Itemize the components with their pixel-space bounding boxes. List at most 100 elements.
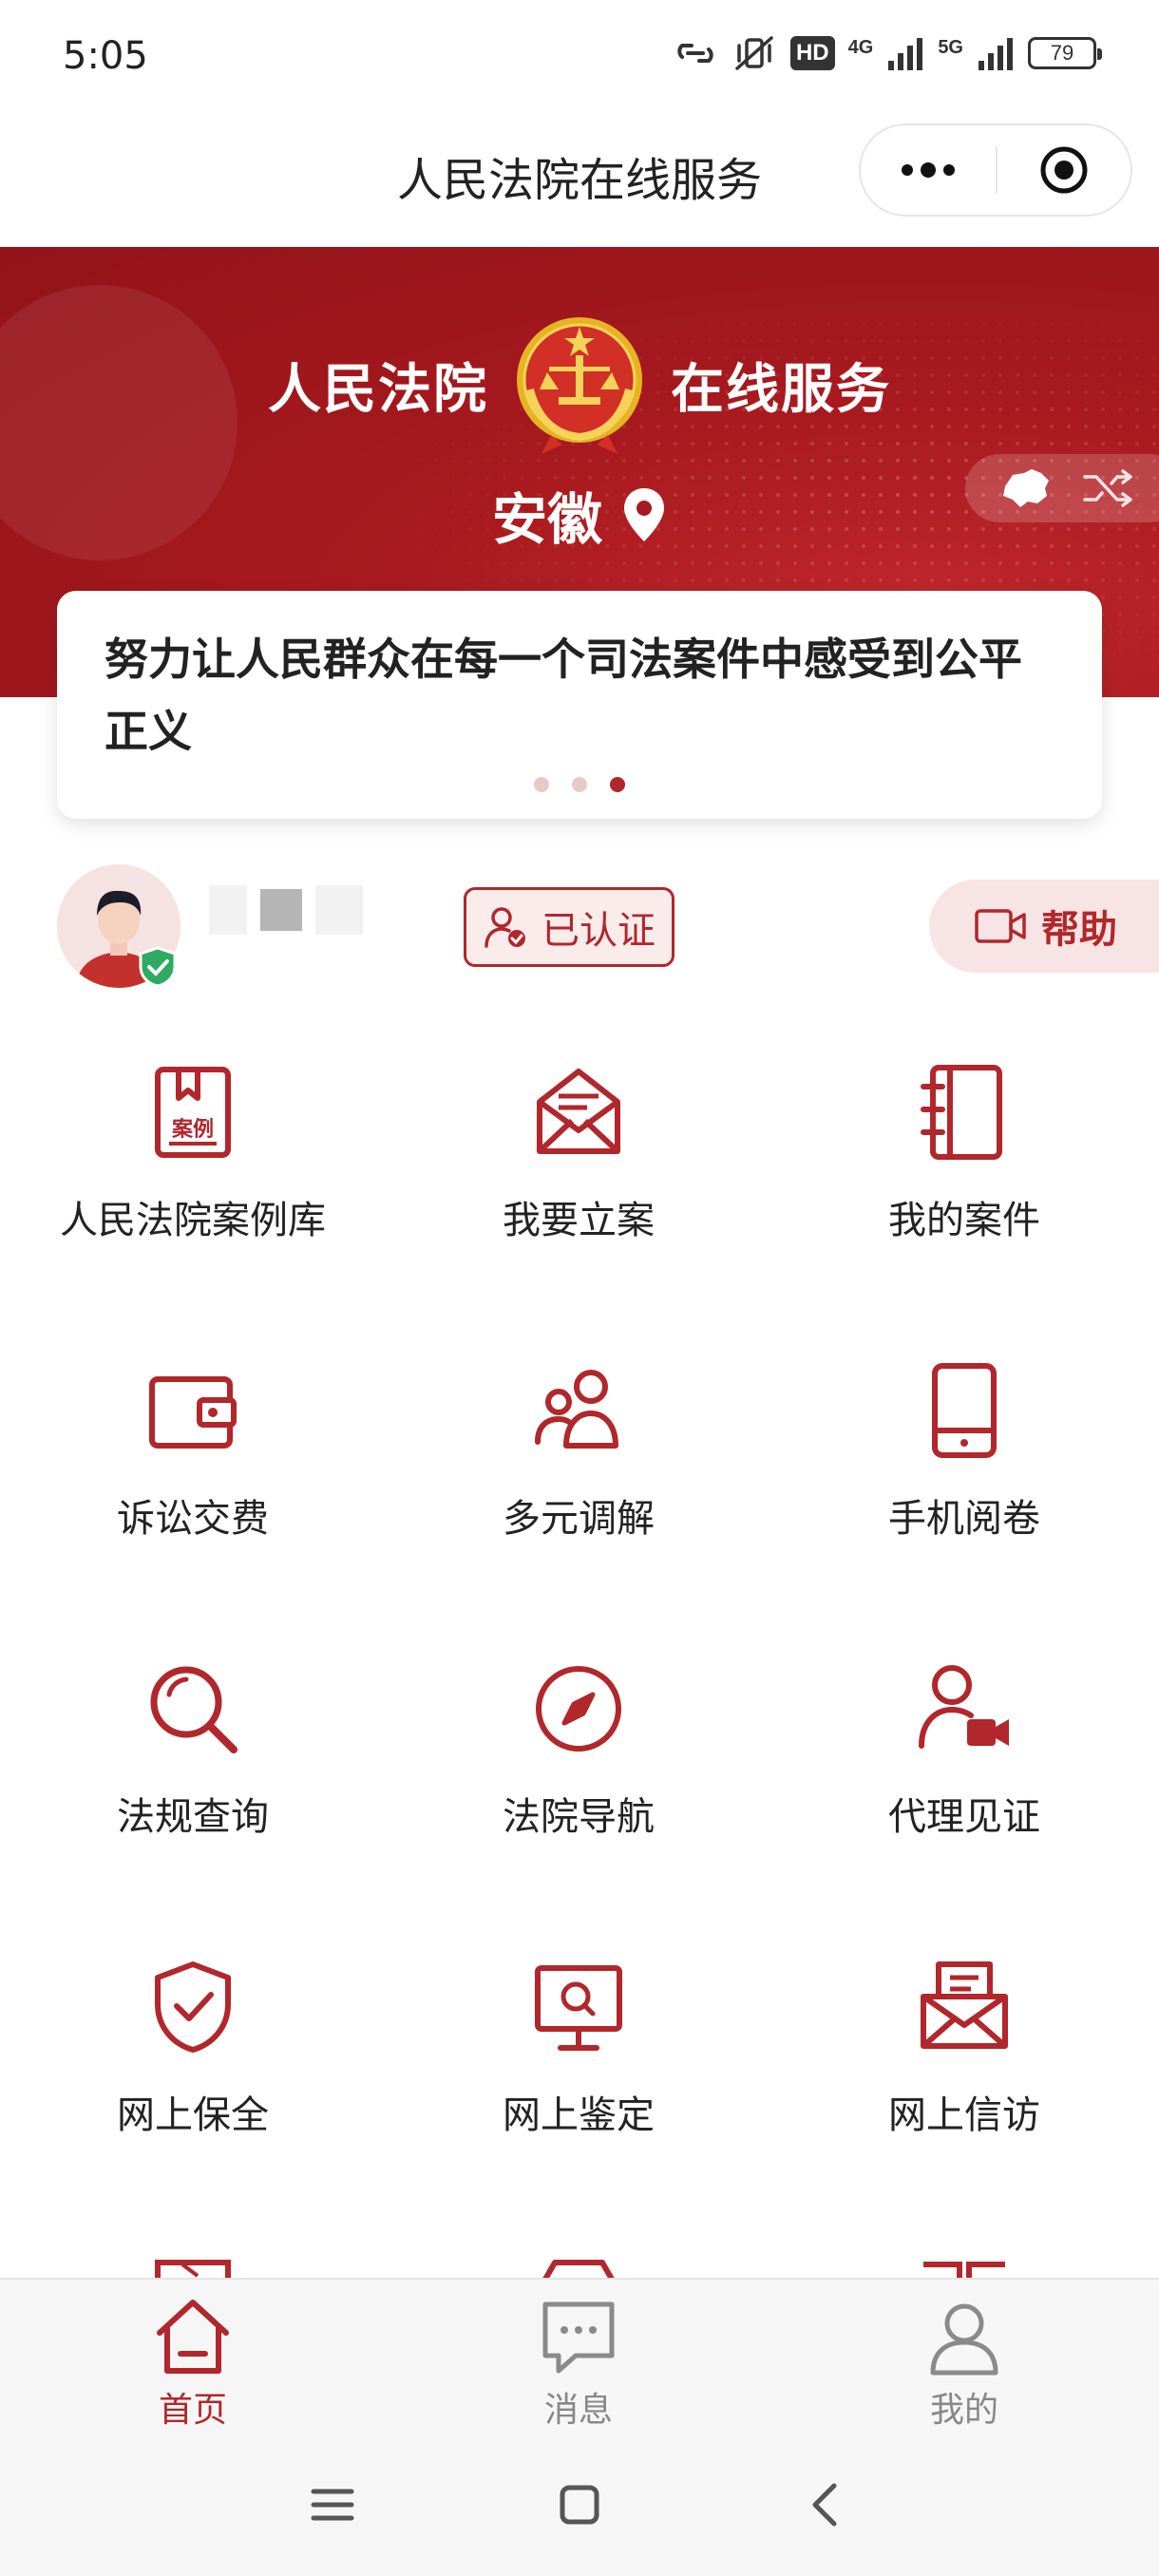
- slogan-carousel[interactable]: 努力让人民群众在每一个司法案件中感受到公平正义: [57, 591, 1102, 819]
- service-grid: 案例 人民法院案例库 我要立案 我的案件 诉讼交费 多元调解 手机阅卷 法规查询…: [0, 1026, 1159, 2219]
- battery-indicator: 79: [1028, 37, 1102, 69]
- location-name: 安徽: [491, 487, 602, 552]
- service-label: 网上信访: [888, 2093, 1040, 2137]
- tab-label: 消息: [543, 2391, 613, 2430]
- bottom-tab-bar: 首页 消息 我的: [0, 2278, 1159, 2434]
- service-label: 多元调解: [503, 1497, 655, 1541]
- status-bar: 5:05 HD 4G 5G 79: [0, 0, 1159, 114]
- service-online-petition[interactable]: 网上信访: [771, 1921, 1157, 2219]
- service-label: 代理见证: [888, 1795, 1040, 1839]
- close-miniapp-button[interactable]: [998, 123, 1130, 217]
- miniapp-capsule: [859, 123, 1132, 217]
- service-label: 网上鉴定: [503, 2093, 655, 2137]
- back-icon[interactable]: [798, 2476, 855, 2533]
- hd-badge: HD: [789, 36, 835, 70]
- location-pin-icon: [624, 488, 664, 541]
- video-camera-icon: [975, 909, 1026, 943]
- china-map-icon: [1003, 469, 1049, 507]
- network-4g: 4G: [847, 37, 874, 58]
- service-court-navigation[interactable]: 法院导航: [386, 1622, 771, 1921]
- service-label: 手机阅卷: [888, 1497, 1040, 1541]
- service-label: 诉讼交费: [117, 1497, 269, 1541]
- carousel-dots: [57, 777, 1102, 792]
- banner-title-row: 人民法院 在线服务: [0, 313, 1159, 456]
- person-video-icon: [919, 1665, 1009, 1749]
- signal-icon: [888, 38, 923, 70]
- user-info-row: 已认证 帮助: [0, 861, 1159, 994]
- wallet-icon: [149, 1376, 237, 1449]
- user-check-icon: [484, 907, 525, 948]
- mail-letter-icon: [921, 1961, 1008, 2049]
- tab-messages[interactable]: 消息: [386, 2280, 771, 2434]
- shield-check-icon: [155, 1961, 231, 2053]
- carousel-dot-active[interactable]: [610, 777, 625, 792]
- service-litigation-fee[interactable]: 诉讼交费: [0, 1324, 386, 1622]
- service-mediation[interactable]: 多元调解: [386, 1324, 771, 1622]
- map-switch-toggle[interactable]: [965, 454, 1159, 522]
- service-online-preservation[interactable]: 网上保全: [0, 1921, 386, 2219]
- help-button[interactable]: 帮助: [929, 880, 1159, 973]
- service-case-library[interactable]: 案例 人民法院案例库: [0, 1026, 386, 1324]
- masked-user-name: [209, 881, 390, 938]
- more-dots-icon: [902, 162, 955, 178]
- service-mobile-review[interactable]: 手机阅卷: [771, 1324, 1157, 1622]
- slogan-text: 努力让人民群众在每一个司法案件中感受到公平正义: [104, 634, 1022, 757]
- case-library-icon: 案例: [155, 1067, 231, 1158]
- name-mask-block: [260, 889, 302, 931]
- partial-document-icon: [155, 2260, 231, 2280]
- service-label: 法规查询: [117, 1795, 269, 1839]
- home-square-icon[interactable]: [551, 2476, 608, 2533]
- envelope-file-icon: [537, 1069, 620, 1154]
- service-label: 法院导航: [503, 1795, 655, 1839]
- search-icon: [150, 1666, 238, 1753]
- service-label: 人民法院案例库: [60, 1199, 326, 1242]
- tab-home[interactable]: 首页: [0, 2280, 386, 2434]
- system-navigation-bar: [0, 2434, 1159, 2576]
- verified-badge[interactable]: 已认证: [464, 887, 674, 967]
- partial-book-icon: [923, 2262, 1005, 2280]
- carousel-dot[interactable]: [572, 777, 587, 792]
- name-mask-block: [209, 885, 247, 935]
- service-file-case[interactable]: 我要立案: [386, 1026, 771, 1324]
- banner-right-text: 在线服务: [671, 358, 891, 421]
- link-icon: [677, 44, 713, 63]
- service-law-search[interactable]: 法规查询: [0, 1622, 386, 1921]
- network-5g: 5G: [938, 37, 963, 58]
- message-icon: [542, 2301, 615, 2374]
- service-online-appraisal[interactable]: 网上鉴定: [386, 1921, 771, 2219]
- more-button[interactable]: [861, 123, 996, 217]
- verified-shield-icon: [139, 946, 177, 988]
- partial-house-icon: [542, 2260, 616, 2280]
- help-label: 帮助: [1041, 908, 1117, 952]
- name-mask-block: [315, 885, 363, 935]
- monitor-search-icon: [535, 1965, 622, 2051]
- service-agent-witness[interactable]: 代理见证: [771, 1622, 1157, 1921]
- compass-icon: [536, 1666, 621, 1752]
- mute-vibrate-icon: [735, 36, 773, 70]
- service-label: 我的案件: [888, 1199, 1040, 1242]
- banner-left-text: 人民法院: [268, 358, 488, 421]
- tab-label: 首页: [158, 2391, 227, 2430]
- shuffle-icon: [1083, 469, 1132, 507]
- svg-text:案例: 案例: [171, 1117, 214, 1142]
- people-icon: [535, 1370, 618, 1449]
- home-icon: [157, 2300, 229, 2374]
- signal-icon-2: [978, 38, 1013, 70]
- menu-icon[interactable]: [304, 2476, 361, 2533]
- case-notebook-icon: [921, 1065, 1002, 1160]
- carousel-dot[interactable]: [534, 777, 549, 792]
- status-time: 5:05: [63, 34, 148, 78]
- phone-icon: [932, 1363, 997, 1458]
- status-icons: HD 4G 5G 79: [673, 34, 1102, 72]
- user-icon: [930, 2303, 998, 2376]
- tab-label: 我的: [929, 2391, 998, 2430]
- service-label: 网上保全: [117, 2093, 269, 2137]
- service-label: 我要立案: [503, 1199, 655, 1242]
- next-row-peek: [0, 2251, 1159, 2280]
- target-icon: [1040, 146, 1088, 194]
- tab-profile[interactable]: 我的: [771, 2280, 1157, 2434]
- verified-label: 已认证: [542, 909, 656, 953]
- nav-bar: 人民法院在线服务: [0, 114, 1159, 247]
- service-my-cases[interactable]: 我的案件: [771, 1026, 1157, 1324]
- court-emblem-icon: [517, 317, 642, 454]
